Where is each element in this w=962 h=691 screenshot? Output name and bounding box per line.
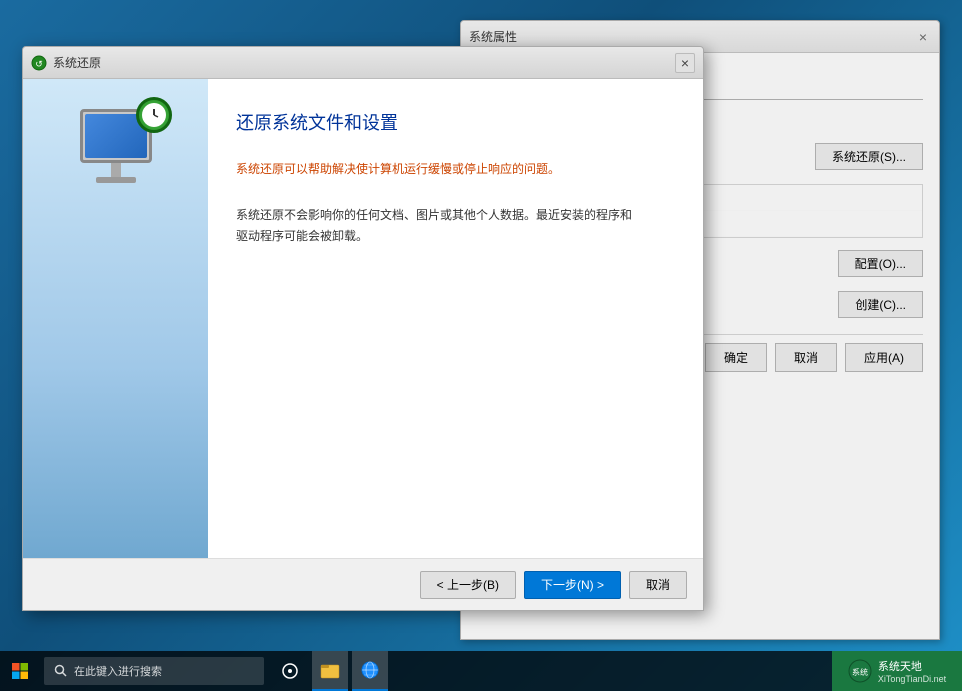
task-view-button[interactable]: [272, 651, 308, 691]
svg-text:系统: 系统: [852, 667, 868, 677]
brand-subtitle: XiTongTianDi.net: [878, 674, 946, 684]
apply-button[interactable]: 应用(A): [845, 343, 923, 372]
restore-title-text: 系统还原: [53, 54, 101, 71]
taskbar-icons-area: [272, 651, 388, 691]
cancel-button[interactable]: 取消: [775, 343, 837, 372]
restore-title-left: ↺ 系统还原: [31, 54, 101, 71]
restore-dialog: ↺ 系统还原 ×: [22, 46, 704, 611]
configure-button[interactable]: 配置(O)...: [838, 250, 923, 277]
file-explorer-button[interactable]: [312, 651, 348, 691]
svg-text:↺: ↺: [35, 59, 43, 69]
start-button[interactable]: [0, 651, 40, 691]
task-view-icon: [282, 663, 298, 679]
desktop: 系统属性 × 远程 统更改。 系统还原(S)... 保护 启用: [0, 0, 962, 691]
computer-clock-icon: [80, 109, 152, 183]
monitor-stand: [111, 163, 121, 177]
restore-close-button[interactable]: ×: [675, 53, 695, 73]
restore-content: 还原系统文件和设置 系统还原可以帮助解决使计算机运行缓慢或停止响应的问题。 系统…: [23, 79, 703, 558]
create-button[interactable]: 创建(C)...: [838, 291, 923, 318]
brand-logo: 系统 系统天地 XiTongTianDi.net: [832, 651, 962, 691]
restore-right-panel: 还原系统文件和设置 系统还原可以帮助解决使计算机运行缓慢或停止响应的问题。 系统…: [208, 79, 703, 558]
restore-titlebar: ↺ 系统还原 ×: [23, 47, 703, 79]
clock-face: [142, 103, 166, 127]
sys-props-title: 系统属性: [469, 28, 517, 45]
taskbar-search-text: 在此键入进行搜索: [74, 663, 162, 679]
brand-name: 系统天地: [878, 658, 946, 674]
next-button[interactable]: 下一步(N) >: [524, 571, 621, 599]
ok-button[interactable]: 确定: [705, 343, 767, 372]
network-app-button[interactable]: [352, 651, 388, 691]
restore-desc1: 系统还原可以帮助解决使计算机运行缓慢或停止响应的问题。: [236, 159, 675, 181]
sys-restore-button[interactable]: 系统还原(S)...: [815, 143, 923, 170]
cancel-button[interactable]: 取消: [629, 571, 687, 599]
back-button[interactable]: < 上一步(B): [420, 571, 516, 599]
restore-heading: 还原系统文件和设置: [236, 109, 675, 135]
brand-icon: 系统: [848, 659, 872, 683]
file-explorer-icon: [320, 661, 340, 679]
taskbar: 在此键入进行搜索: [0, 651, 962, 691]
sys-props-close-button[interactable]: ×: [915, 29, 931, 45]
clock-overlay: [136, 97, 172, 133]
restore-left-panel: [23, 79, 208, 558]
monitor-base: [96, 177, 136, 183]
restore-title-icon: ↺: [31, 55, 47, 71]
restore-footer: < 上一步(B) 下一步(N) > 取消: [23, 558, 703, 610]
search-icon: [54, 664, 68, 678]
globe-icon: [360, 660, 380, 680]
taskbar-search[interactable]: 在此键入进行搜索: [44, 657, 264, 685]
restore-desc2: 系统还原不会影响你的任何文档、图片或其他个人数据。最近安装的程序和 驱动程序可能…: [236, 205, 675, 248]
windows-logo-icon: [11, 662, 29, 680]
